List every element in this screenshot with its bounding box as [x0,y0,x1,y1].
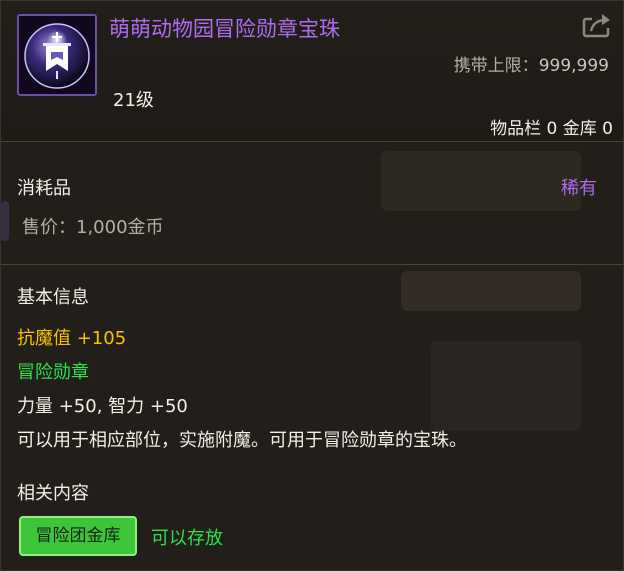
carry-limit-value: 999,999 [538,56,609,76]
tooltip-header: 萌萌动物园冒险勋章宝珠 携带上限：999,999 21级 物品栏 0 金库 0 [1,1,623,142]
carry-limit: 携带上限：999,999 [454,51,609,76]
basic-info-title: 基本信息 [17,287,89,308]
related-content-title: 相关内容 [17,483,89,504]
magic-resist-stat: 抗魔值 +105 [17,328,127,349]
item-tag-label: 冒险勋章 [17,362,89,383]
carry-limit-label: 携带上限： [453,56,539,76]
background-blur [401,271,581,311]
adventure-vault-button[interactable]: 冒险团金库 [19,516,137,556]
item-tooltip: 萌萌动物园冒险勋章宝珠 携带上限：999,999 21级 物品栏 0 金库 0 … [0,0,624,571]
share-export-icon[interactable] [580,11,614,39]
item-name: 萌萌动物园冒险勋章宝珠 [109,17,340,41]
item-level: 21级 [113,90,154,111]
banner-orb-icon [17,14,97,96]
storage-count: 物品栏 0 金库 0 [490,119,613,139]
background-blur [431,341,581,431]
storable-status: 可以存放 [151,528,223,549]
item-rarity: 稀有 [561,178,597,199]
item-category: 消耗品 [17,178,71,199]
item-stats: 力量 +50, 智力 +50 [17,396,188,417]
item-description: 可以用于相应部位，实施附魔。可用于冒险勋章的宝珠。 [17,430,467,451]
item-type-section: 消耗品 稀有 售价：1,000金币 [1,142,623,265]
item-price: 售价：1,000金币 [22,217,164,238]
